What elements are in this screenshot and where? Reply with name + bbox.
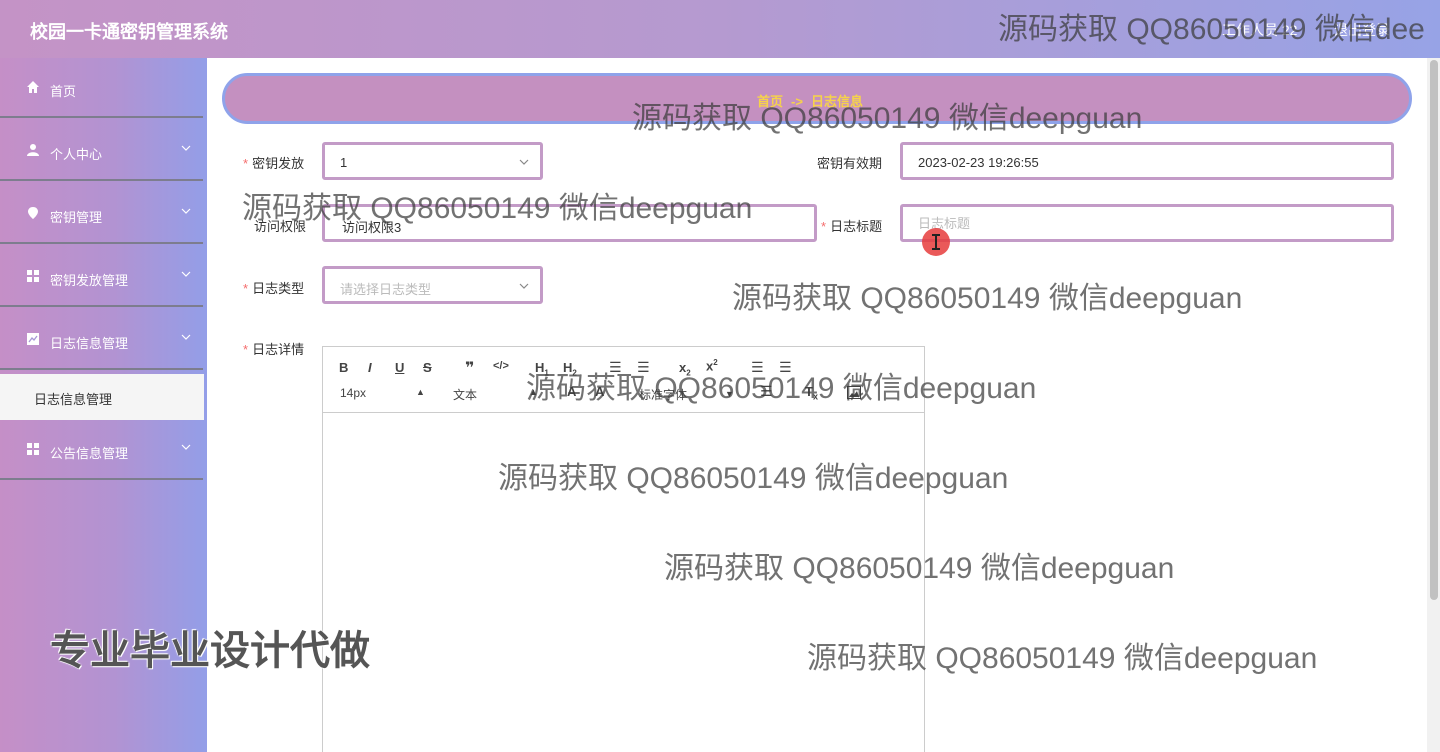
chevron-down-icon bbox=[181, 208, 191, 214]
location-pin-icon bbox=[28, 207, 38, 219]
sidebar-item-label: 日志信息管理 bbox=[50, 336, 129, 351]
text-style-select[interactable]: 文本 bbox=[453, 386, 477, 403]
watermark-text: 源码获取 QQ86050149 微信deepguan bbox=[807, 642, 1318, 675]
sidebar-item-keys[interactable]: 密钥管理 bbox=[0, 184, 203, 244]
home-icon bbox=[27, 81, 39, 93]
font-size-select[interactable]: 14px bbox=[340, 386, 366, 400]
font-size-caret-icon: ▲ bbox=[416, 387, 425, 397]
log-title-label: * 日志标题 bbox=[821, 219, 883, 234]
watermark-text: 源码获取 QQ86050149 微信deepguan bbox=[732, 282, 1243, 315]
chevron-down-icon bbox=[181, 334, 191, 340]
grid-icon bbox=[27, 270, 39, 282]
chevron-down-icon bbox=[519, 283, 529, 289]
watermark-text: 源码获取 QQ86050149 微信deepguan bbox=[242, 192, 753, 225]
strikethrough-button[interactable]: S bbox=[423, 360, 432, 375]
watermark-text: 源码获取 QQ86050149 微信deepguan bbox=[498, 462, 1009, 495]
grid-icon bbox=[27, 443, 39, 455]
sidebar-item-logs[interactable]: 日志信息管理 bbox=[0, 310, 203, 370]
key-validity-field[interactable]: 2023-02-23 19:26:55 bbox=[900, 142, 1394, 180]
underline-button[interactable]: U bbox=[395, 360, 404, 375]
sidebar-item-key-issue[interactable]: 密钥发放管理 bbox=[0, 247, 203, 307]
sidebar-subitem-log-management[interactable]: 日志信息管理 bbox=[0, 374, 204, 420]
log-type-label: * 日志类型 bbox=[243, 281, 305, 296]
promo-overlay-text: 专业毕业设计代做 bbox=[50, 629, 370, 673]
log-title-field[interactable] bbox=[900, 204, 1394, 242]
user-icon bbox=[27, 144, 39, 156]
key-validity-label: 密钥有效期 bbox=[817, 156, 883, 171]
log-detail-label: * 日志详情 bbox=[243, 342, 305, 357]
sidebar-item-label: 密钥管理 bbox=[50, 210, 103, 225]
sidebar-item-profile[interactable]: 个人中心 bbox=[0, 121, 203, 181]
text-cursor-icon bbox=[932, 234, 940, 250]
chevron-down-icon bbox=[181, 271, 191, 277]
page-scrollbar[interactable] bbox=[1427, 58, 1440, 752]
chevron-down-icon bbox=[519, 159, 529, 165]
sidebar-item-label: 密钥发放管理 bbox=[50, 273, 129, 288]
key-issue-label: * 密钥发放 bbox=[243, 156, 305, 171]
log-title-input[interactable] bbox=[918, 216, 1358, 231]
watermark-text: 源码获取 QQ86050149 微信deepguan bbox=[632, 102, 1143, 135]
watermark-text: 源码获取 QQ86050149 微信deepguan bbox=[664, 552, 1175, 585]
sidebar-item-label: 个人中心 bbox=[50, 147, 103, 162]
app-title: 校园一卡通密钥管理系统 bbox=[30, 22, 228, 42]
bold-button[interactable]: B bbox=[339, 360, 348, 375]
scrollbar-thumb[interactable] bbox=[1430, 60, 1438, 600]
chevron-down-icon bbox=[181, 444, 191, 450]
mouse-cursor bbox=[922, 228, 950, 256]
code-block-button[interactable]: </> bbox=[493, 360, 509, 372]
sidebar-item-home[interactable]: 首页 bbox=[0, 58, 203, 118]
chart-icon bbox=[27, 333, 39, 345]
blockquote-button[interactable]: ❞ bbox=[465, 358, 474, 378]
sidebar-item-label: 首页 bbox=[50, 84, 77, 99]
watermark-text: 源码获取 QQ86050149 微信dee bbox=[998, 13, 1425, 46]
italic-button[interactable]: I bbox=[368, 360, 372, 375]
sidebar-item-notices[interactable]: 公告信息管理 bbox=[0, 420, 203, 480]
log-type-select[interactable]: 请选择日志类型 bbox=[322, 266, 543, 304]
key-issue-select[interactable]: 1 bbox=[322, 142, 543, 180]
watermark-text: 源码获取 QQ86050149 微信deepguan bbox=[526, 372, 1037, 405]
chevron-down-icon bbox=[181, 145, 191, 151]
sidebar-subitem-label: 日志信息管理 bbox=[34, 392, 113, 407]
sidebar-item-label: 公告信息管理 bbox=[50, 446, 129, 461]
